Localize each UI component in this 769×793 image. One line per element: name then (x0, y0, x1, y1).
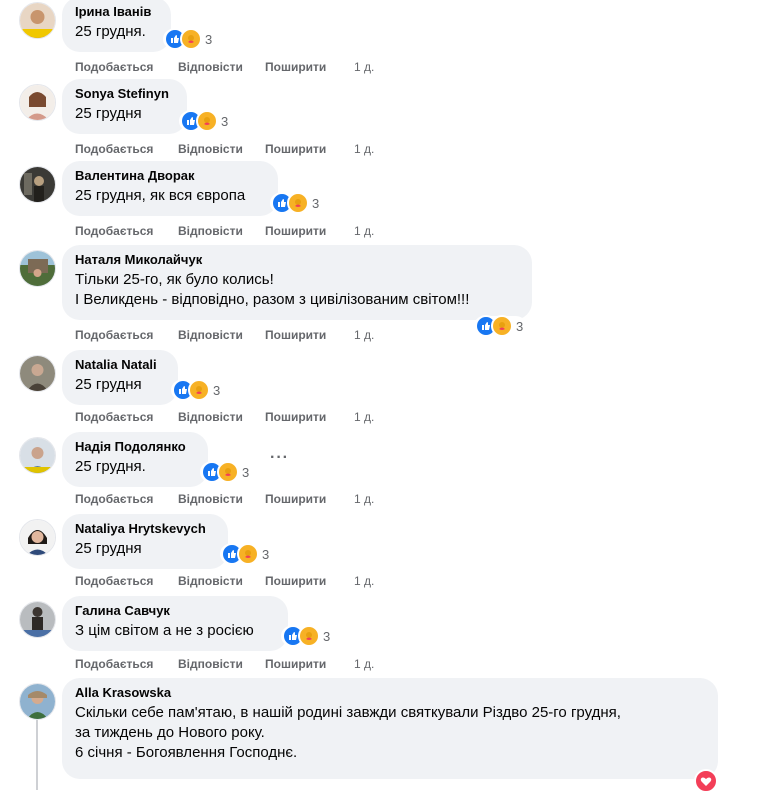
reaction-summary[interactable]: 3 (270, 192, 323, 214)
comment-timestamp[interactable]: 1 д. (354, 574, 374, 588)
comment-bubble: Наталя Миколайчук Тільки 25-го, як було … (62, 245, 532, 320)
comment-author[interactable]: Наталя Миколайчук (75, 252, 519, 268)
care-icon (188, 379, 210, 401)
care-icon (196, 110, 218, 132)
comment-text: 25 грудня (75, 376, 142, 393)
reaction-count: 3 (221, 113, 229, 129)
comment-bubble: Галина Савчук З цім світом а не з росією (62, 596, 288, 651)
comment-text: 25 грудня. (75, 458, 146, 475)
comment-text: 25 грудня (75, 540, 142, 557)
like-button[interactable]: Подобається (75, 657, 153, 671)
share-button[interactable]: Поширити (265, 60, 326, 74)
comment-text: 25 грудня (75, 105, 142, 122)
reaction-summary[interactable]: 3 (474, 315, 527, 337)
share-button[interactable]: Поширити (265, 410, 326, 424)
comment-author[interactable]: Alla Krasowska (75, 685, 705, 701)
share-button[interactable]: Поширити (265, 574, 326, 588)
care-icon (298, 625, 320, 647)
reaction-count: 3 (205, 31, 213, 47)
comment-bubble: Alla Krasowska Скільки себе пам'ятаю, в … (62, 678, 718, 779)
like-button[interactable]: Подобається (75, 60, 153, 74)
love-icon[interactable] (694, 769, 718, 793)
reply-button[interactable]: Відповісти (178, 60, 243, 74)
comment-author[interactable]: Валентина Дворак (75, 168, 265, 184)
reply-button[interactable]: Відповісти (178, 224, 243, 238)
comment-text: 25 грудня, як вся європа (75, 187, 246, 204)
like-button[interactable]: Подобається (75, 328, 153, 342)
comment-text: Скільки себе пам'ятаю, в нашій родині за… (75, 704, 621, 721)
like-button[interactable]: Подобається (75, 574, 153, 588)
comment-timestamp[interactable]: 1 д. (354, 328, 374, 342)
comment-timestamp[interactable]: 1 д. (354, 657, 374, 671)
comment-author[interactable]: Sonya Stefinyn (75, 86, 174, 102)
reaction-summary[interactable]: 3 (220, 543, 273, 565)
reaction-count: 3 (516, 318, 524, 334)
comment-timestamp[interactable]: 1 д. (354, 142, 374, 156)
comment-author[interactable]: Галина Савчук (75, 603, 275, 619)
comment-text: 6 січня - Богоявлення Господнє. (75, 744, 298, 761)
comment-author[interactable]: Natalia Natali (75, 357, 165, 373)
like-button[interactable]: Подобається (75, 410, 153, 424)
reaction-count: 3 (312, 195, 320, 211)
avatar[interactable] (19, 250, 56, 287)
thread-line (36, 717, 38, 790)
reaction-count: 3 (323, 628, 331, 644)
share-button[interactable]: Поширити (265, 142, 326, 156)
comment-text: З цім світом а не з росією (75, 622, 254, 639)
avatar[interactable] (19, 601, 56, 638)
reaction-summary[interactable]: 3 (163, 28, 216, 50)
comment-text: І Великдень - відповідно, разом з цивілі… (75, 291, 470, 308)
care-icon (180, 28, 202, 50)
reaction-count: 3 (262, 546, 270, 562)
avatar[interactable] (19, 355, 56, 392)
reply-button[interactable]: Відповісти (178, 328, 243, 342)
comment-bubble: Надія Подолянко 25 грудня. (62, 432, 208, 487)
reaction-count: 3 (242, 464, 250, 480)
avatar[interactable] (19, 84, 56, 121)
reply-button[interactable]: Відповісти (178, 410, 243, 424)
share-button[interactable]: Поширити (265, 328, 326, 342)
like-button[interactable]: Подобається (75, 492, 153, 506)
like-button[interactable]: Подобається (75, 142, 153, 156)
reply-button[interactable]: Відповісти (178, 492, 243, 506)
avatar[interactable] (19, 437, 56, 474)
comment-author[interactable]: Ірина Іванів (75, 4, 158, 20)
comment-timestamp[interactable]: 1 д. (354, 410, 374, 424)
more-options-icon[interactable]: ··· (270, 449, 289, 467)
reaction-summary[interactable]: 3 (171, 379, 224, 401)
comment-timestamp[interactable]: 1 д. (354, 224, 374, 238)
comment-bubble: Nataliya Hrytskevych 25 грудня (62, 514, 228, 569)
like-button[interactable]: Подобається (75, 224, 153, 238)
comment-text: за тиждень до Нового року. (75, 724, 265, 741)
comment-bubble: Natalia Natali 25 грудня (62, 350, 178, 405)
avatar[interactable] (19, 683, 56, 720)
comment-timestamp[interactable]: 1 д. (354, 60, 374, 74)
share-button[interactable]: Поширити (265, 492, 326, 506)
reaction-summary[interactable]: 3 (281, 625, 334, 647)
reply-button[interactable]: Відповісти (178, 142, 243, 156)
reply-button[interactable]: Відповісти (178, 574, 243, 588)
comment-bubble: Ірина Іванів 25 грудня. (62, 0, 171, 52)
share-button[interactable]: Поширити (265, 657, 326, 671)
comment-bubble: Валентина Дворак 25 грудня, як вся європ… (62, 161, 278, 216)
care-icon (237, 543, 259, 565)
avatar[interactable] (19, 519, 56, 556)
care-icon (217, 461, 239, 483)
avatar[interactable] (19, 166, 56, 203)
reaction-summary[interactable]: 3 (179, 110, 232, 132)
reaction-count: 3 (213, 382, 221, 398)
comment-text: Тільки 25-го, як було колись! (75, 271, 274, 288)
comment-author[interactable]: Надія Подолянко (75, 439, 195, 455)
comment-timestamp[interactable]: 1 д. (354, 492, 374, 506)
comment-bubble: Sonya Stefinyn 25 грудня (62, 79, 187, 134)
comment-text: 25 грудня. (75, 23, 146, 40)
reaction-summary[interactable]: 3 (200, 461, 253, 483)
reply-button[interactable]: Відповісти (178, 657, 243, 671)
comment-author[interactable]: Nataliya Hrytskevych (75, 521, 215, 537)
share-button[interactable]: Поширити (265, 224, 326, 238)
care-icon (491, 315, 513, 337)
avatar[interactable] (19, 2, 56, 39)
care-icon (287, 192, 309, 214)
